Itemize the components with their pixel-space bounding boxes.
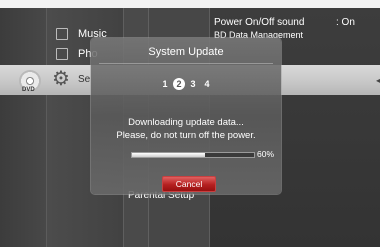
power-sound-label[interactable]: Power On/Off sound	[214, 17, 304, 28]
power-sound-value: : On	[336, 17, 355, 28]
disc-type-label: DVD	[22, 87, 35, 93]
step-2-active: 2	[173, 78, 185, 90]
step-1: 1	[162, 79, 168, 89]
photo-icon	[56, 48, 68, 60]
disc-column	[0, 8, 47, 247]
settings-screen: Music Pho DVD ⚙ Se ◂ Power On/Off sound …	[0, 0, 380, 247]
system-update-dialog: System Update 1 2 3 4 Downloading update…	[91, 38, 281, 194]
step-3: 3	[190, 79, 196, 89]
menu-item-settings[interactable]: Se	[78, 74, 90, 85]
dialog-title: System Update	[148, 46, 224, 58]
bd-data-management-label[interactable]: BD Data Management	[214, 30, 303, 38]
progress-percent: 60%	[257, 149, 275, 159]
settings-gear-icon[interactable]: ⚙	[50, 68, 72, 90]
cancel-button[interactable]: Cancel	[162, 176, 216, 192]
top-strip	[0, 0, 380, 8]
power-warning-message: Please, do not turn off the power.	[116, 130, 256, 141]
music-note-icon	[56, 28, 68, 40]
chevron-right-icon: ◂	[375, 76, 380, 85]
dialog-title-divider	[99, 63, 273, 64]
update-progress-bar	[131, 152, 255, 158]
step-4: 4	[204, 79, 210, 89]
download-message: Downloading update data...	[128, 117, 244, 128]
step-indicator: 1 2 3 4	[91, 78, 281, 90]
progress-fill	[132, 153, 206, 157]
